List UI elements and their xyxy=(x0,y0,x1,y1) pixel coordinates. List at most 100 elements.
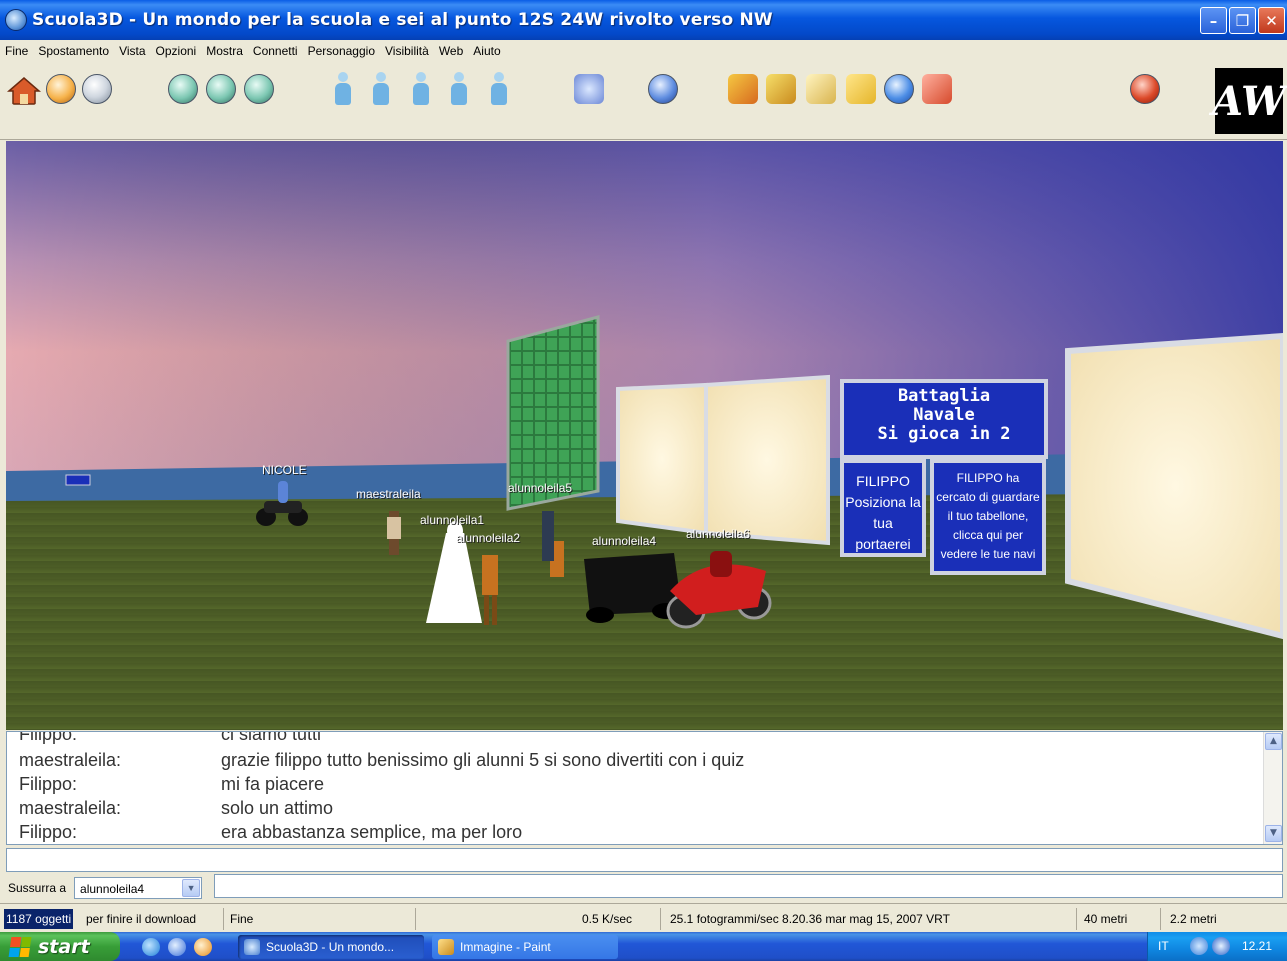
scroll-down-icon[interactable]: ▼ xyxy=(1265,825,1282,842)
avatar-label-alunnoleila2: alunnoleila2 xyxy=(456,531,521,545)
start-label: start xyxy=(38,935,90,958)
status-bar: 1187 oggetti per finire il download Fine… xyxy=(0,903,1287,932)
refresh-icon[interactable] xyxy=(884,74,914,104)
menu-mostra[interactable]: Mostra xyxy=(201,44,248,58)
taskbar-item-label: Scuola3D - Un mondo... xyxy=(266,940,395,954)
chat-sender: Filippo: xyxy=(19,731,78,744)
home-icon[interactable] xyxy=(6,74,42,108)
sign-left-line-3: tua portaerei xyxy=(855,515,911,552)
notes-icon[interactable] xyxy=(806,74,836,104)
menu-visibilita[interactable]: Visibilità xyxy=(380,44,434,58)
toolbar: AW xyxy=(0,62,1287,140)
start-button[interactable]: start xyxy=(0,932,120,961)
sign-title-line-3: Si gioca in 2 xyxy=(877,424,1011,444)
window-title: Scuola3D - Un mondo per la scuola e sei … xyxy=(32,10,773,30)
menu-connetti[interactable]: Connetti xyxy=(248,44,303,58)
status-state: Fine xyxy=(230,912,254,926)
title-bar[interactable]: Scuola3D - Un mondo per la scuola e sei … xyxy=(0,0,1287,40)
stop-icon[interactable] xyxy=(1130,74,1160,104)
menu-web[interactable]: Web xyxy=(434,44,468,58)
paint-task-icon xyxy=(438,939,454,955)
folder-icon[interactable] xyxy=(846,74,876,104)
taskbar-item-paint[interactable]: Immagine - Paint xyxy=(432,935,618,959)
chat-log[interactable]: Filippo: ci siamo tutti maestraleila: gr… xyxy=(6,731,1283,845)
view-2-icon[interactable] xyxy=(206,74,236,104)
scene-graphics xyxy=(6,141,1283,730)
menu-spostamento[interactable]: Spostamento xyxy=(33,44,114,58)
avatar-label-nicole: NICOLE xyxy=(262,463,307,477)
avatar-4-icon[interactable] xyxy=(446,72,472,106)
avatar-3-icon[interactable] xyxy=(408,72,434,106)
whisper-bar: Sussurra a alunnoleila4 ▼ xyxy=(0,873,1287,902)
view-1-icon[interactable] xyxy=(168,74,198,104)
application-window: Scuola3D - Un mondo per la scuola e sei … xyxy=(0,0,1287,932)
avatar-1-icon[interactable] xyxy=(330,72,356,106)
chat-line: Filippo: ci siamo tutti xyxy=(19,731,1259,746)
3d-world-view[interactable]: NICOLE maestraleila alunnoleila5 alunnol… xyxy=(6,141,1283,730)
taskbar-item-label: Immagine - Paint xyxy=(460,940,551,954)
sign-title-line-1: Battaglia xyxy=(897,386,991,406)
chat-line: maestraleila: solo un attimo xyxy=(19,796,1259,820)
mail-icon[interactable] xyxy=(766,74,796,104)
sign-title-line-2: Navale xyxy=(913,405,975,425)
whisper-recipient-value: alunnoleila4 xyxy=(80,881,145,896)
chat-scrollbar[interactable]: ▲ ▼ xyxy=(1263,732,1282,844)
chat-message: era abbastanza semplice, ma per loro xyxy=(221,822,523,842)
forward-icon[interactable] xyxy=(82,74,112,104)
minimize-button[interactable]: – xyxy=(1200,7,1227,34)
scroll-up-icon[interactable]: ▲ xyxy=(1265,733,1282,750)
chat-line: Filippo: mi fa piacere xyxy=(19,772,1259,796)
chat-icon[interactable] xyxy=(574,74,604,104)
sign-view-ships[interactable]: FILIPPO ha cercato di guardare il tuo ta… xyxy=(930,459,1046,575)
quick-launch-icon[interactable] xyxy=(168,938,186,956)
status-divider xyxy=(1076,908,1077,930)
whisper-label: Sussurra a xyxy=(8,880,67,895)
status-object-count: 1187 oggetti xyxy=(4,909,74,929)
avatar-5-icon[interactable] xyxy=(486,72,512,106)
status-download: per finire il download xyxy=(86,912,197,926)
menu-fine[interactable]: Fine xyxy=(0,44,33,58)
internet-explorer-icon[interactable] xyxy=(142,938,160,956)
menu-personaggio[interactable]: Personaggio xyxy=(303,44,380,58)
status-divider xyxy=(415,908,416,930)
sign-place-carrier[interactable]: FILIPPO Posiziona la tua portaerei xyxy=(840,459,926,557)
windows-logo-icon xyxy=(8,936,32,957)
taskbar: start Scuola3D - Un mondo... Immagine - … xyxy=(0,932,1287,961)
avatar-label-maestraleila: maestraleila xyxy=(356,487,421,501)
back-icon[interactable] xyxy=(46,74,76,104)
chat-sender: Filippo: xyxy=(19,822,78,842)
status-divider xyxy=(660,908,661,930)
battaglia-navale-title-sign[interactable]: Battaglia Navale Si gioca in 2 xyxy=(840,379,1048,459)
menu-opzioni[interactable]: Opzioni xyxy=(151,44,202,58)
whisper-recipient-select[interactable]: alunnoleila4 ▼ xyxy=(74,876,203,899)
chat-line: maestraleila: grazie filippo tutto benis… xyxy=(19,748,1259,772)
close-button[interactable]: ✕ xyxy=(1258,7,1285,34)
avatar-label-alunnoleila4: alunnoleila4 xyxy=(592,534,657,548)
avatar-label-alunnoleila1: alunnoleila1 xyxy=(420,513,485,527)
gift-icon[interactable] xyxy=(922,74,952,104)
menu-vista[interactable]: Vista xyxy=(114,44,150,58)
menu-aiuto[interactable]: Aiuto xyxy=(468,44,505,58)
telegram-icon[interactable] xyxy=(728,74,758,104)
chat-message: grazie filippo tutto benissimo gli alunn… xyxy=(221,750,745,770)
avatar-2-icon[interactable] xyxy=(368,72,394,106)
view-3-icon[interactable] xyxy=(244,74,274,104)
menu-bar: Fine Spostamento Vista Opzioni Mostra Co… xyxy=(0,40,1287,62)
status-divider xyxy=(1160,908,1161,930)
sign-left-line-1: FILIPPO xyxy=(856,473,910,489)
tray-arrow-icon[interactable] xyxy=(1190,937,1208,955)
clock: 12.21 xyxy=(1242,939,1273,953)
globe-icon[interactable] xyxy=(648,74,678,104)
avatar-label-alunnoleila6: alunnoleila6 xyxy=(686,527,751,541)
media-player-icon[interactable] xyxy=(194,938,212,956)
taskbar-item-scuola3d[interactable]: Scuola3D - Un mondo... xyxy=(238,935,424,959)
sign-right-line-4: clicca qui per xyxy=(952,528,1024,542)
sign-right-line-1: FILIPPO ha xyxy=(956,471,1020,485)
language-indicator[interactable]: IT xyxy=(1158,939,1169,953)
chevron-down-icon[interactable]: ▼ xyxy=(182,878,201,897)
network-icon[interactable] xyxy=(1212,937,1230,955)
maximize-button[interactable]: ❐ xyxy=(1229,7,1256,34)
chat-sender: Filippo: xyxy=(19,774,78,794)
chat-input[interactable] xyxy=(6,848,1283,872)
whisper-message-input[interactable] xyxy=(214,874,1283,898)
